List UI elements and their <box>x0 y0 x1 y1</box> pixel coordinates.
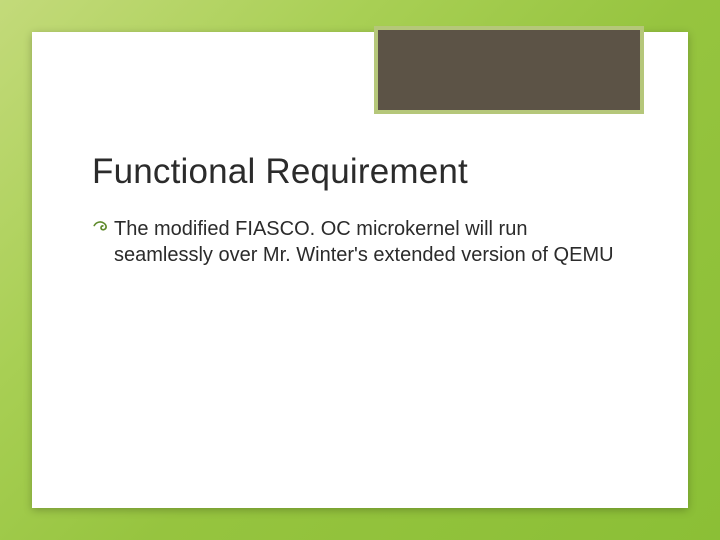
slide-content: Functional Requirement The modified FIAS… <box>92 152 628 268</box>
slide-card: Functional Requirement The modified FIAS… <box>32 32 688 508</box>
slide-background: Functional Requirement The modified FIAS… <box>0 0 720 540</box>
bullet-item: The modified FIASCO. OC microkernel will… <box>92 216 628 268</box>
swirl-bullet-icon <box>92 218 114 236</box>
decorative-corner-box <box>374 26 644 114</box>
bullet-text: The modified FIASCO. OC microkernel will… <box>114 216 628 268</box>
slide-title: Functional Requirement <box>92 152 628 192</box>
